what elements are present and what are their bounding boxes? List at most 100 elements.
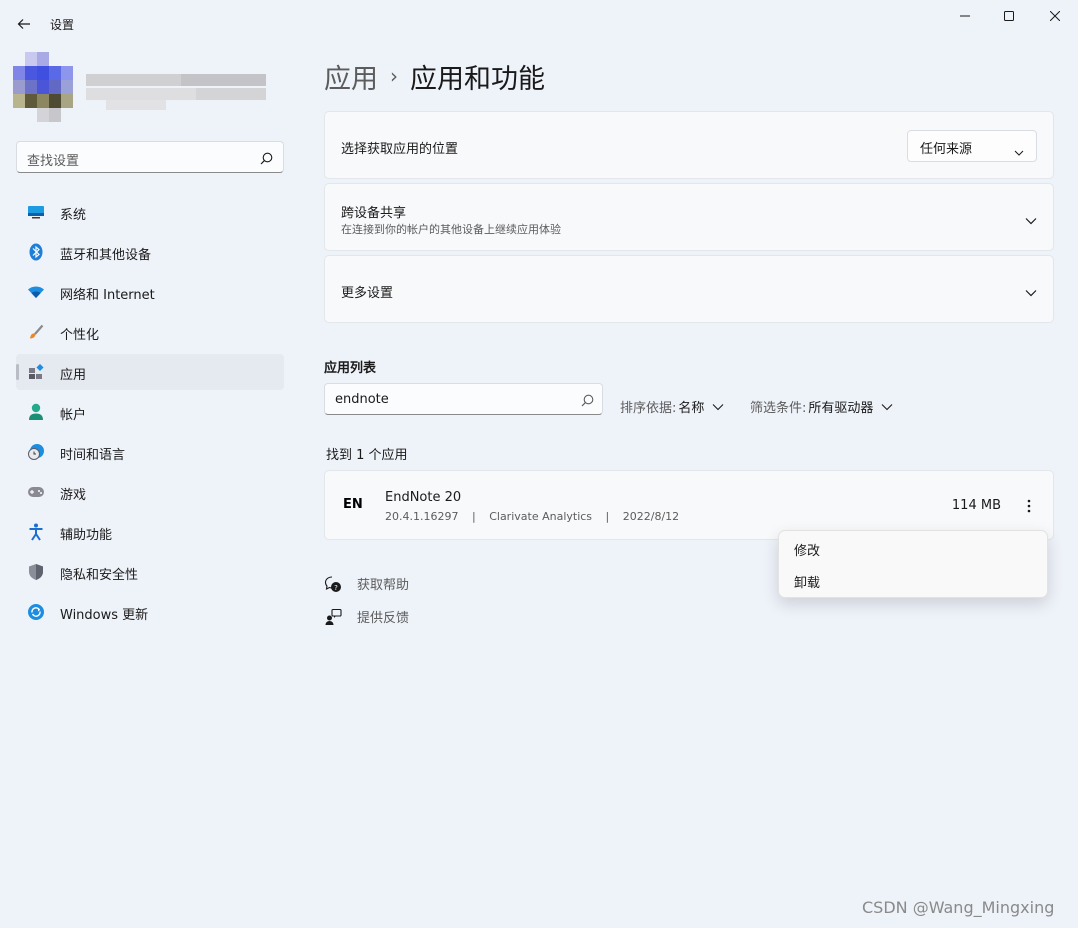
cross-device-card[interactable]: 跨设备共享 在连接到你的帐户的其他设备上继续应用体验 <box>324 183 1054 251</box>
dropdown-value: 任何来源 <box>920 142 973 157</box>
more-vertical-icon <box>1027 499 1031 513</box>
apps-icon <box>27 363 45 381</box>
sidebar-item-label: 隐私和安全性 <box>60 568 139 583</box>
clock-globe-icon <box>27 443 45 461</box>
search-icon <box>260 150 273 169</box>
minimize-icon <box>960 15 970 17</box>
feedback-icon <box>325 608 342 625</box>
app-title: 设置 <box>50 18 75 32</box>
sidebar-item-label: 游戏 <box>60 488 87 503</box>
watermark: CSDN @Wang_Mingxing <box>862 898 1055 917</box>
sidebar-item-bluetooth[interactable]: 蓝牙和其他设备 <box>16 234 284 270</box>
app-publisher: Clarivate Analytics <box>489 510 593 523</box>
sort-dropdown[interactable]: 排序依据: 名称 <box>620 397 724 416</box>
get-help-label: 获取帮助 <box>357 578 410 593</box>
back-button[interactable] <box>10 10 38 38</box>
breadcrumb: 应用 › 应用和功能 <box>324 56 545 96</box>
sidebar-item-time-language[interactable]: 时间和语言 <box>16 434 284 470</box>
search-icon <box>581 392 594 411</box>
endnote-logo-icon: EN <box>343 497 363 512</box>
app-list-heading: 应用列表 <box>324 361 377 376</box>
app-search-input[interactable]: endnote <box>324 383 603 415</box>
page-title: 应用和功能 <box>410 63 545 95</box>
app-install-date: 2022/8/12 <box>622 510 680 523</box>
breadcrumb-parent-link[interactable]: 应用 <box>324 57 378 96</box>
install-source-card: 选择获取应用的位置 任何来源 <box>324 111 1054 179</box>
cross-device-title: 跨设备共享 <box>341 206 407 221</box>
minimize-button[interactable] <box>942 0 988 32</box>
sidebar-item-label: 应用 <box>60 368 87 383</box>
more-settings-card[interactable]: 更多设置 <box>324 255 1054 323</box>
settings-search-input[interactable]: 查找设置 <box>16 141 284 173</box>
sidebar-item-accessibility[interactable]: 辅助功能 <box>16 514 284 550</box>
chevron-down-icon <box>713 403 724 410</box>
context-menu: 修改 卸载 <box>778 530 1048 598</box>
bluetooth-icon <box>27 243 45 261</box>
title-bar: 设置 <box>0 0 1078 48</box>
close-button[interactable] <box>1032 0 1078 32</box>
install-source-dropdown[interactable]: 任何来源 <box>907 130 1037 162</box>
chevron-down-icon <box>882 403 893 410</box>
sidebar-item-network[interactable]: 网络和 Internet <box>16 274 284 310</box>
sidebar-item-label: 辅助功能 <box>60 528 113 543</box>
sidebar-item-gaming[interactable]: 游戏 <box>16 474 284 510</box>
filter-label: 筛选条件: <box>750 401 807 416</box>
breadcrumb-separator: › <box>390 64 398 88</box>
wifi-icon <box>27 283 45 301</box>
sidebar-item-label: 蓝牙和其他设备 <box>60 248 152 263</box>
sidebar-item-label: 网络和 Internet <box>60 288 155 303</box>
filter-value: 所有驱动器 <box>808 401 874 416</box>
svg-text:?: ? <box>334 584 338 592</box>
give-feedback-link[interactable]: 提供反馈 <box>324 607 409 626</box>
close-icon <box>1050 11 1060 21</box>
shield-icon <box>27 563 45 581</box>
accessibility-icon <box>27 523 45 541</box>
filter-dropdown[interactable]: 筛选条件: 所有驱动器 <box>750 397 893 416</box>
chevron-down-icon <box>1025 282 1037 301</box>
sort-value: 名称 <box>678 401 705 416</box>
sidebar-item-label: 个性化 <box>60 328 100 343</box>
give-feedback-label: 提供反馈 <box>357 611 410 626</box>
app-version: 20.4.1.16297 <box>385 510 459 523</box>
gamepad-icon <box>27 483 45 501</box>
app-meta: 20.4.1.16297 | Clarivate Analytics | 202… <box>385 510 689 523</box>
menu-item-modify[interactable]: 修改 <box>794 540 820 559</box>
system-icon <box>27 203 45 221</box>
avatar[interactable] <box>13 52 73 122</box>
sidebar-item-system[interactable]: 系统 <box>16 194 284 230</box>
sidebar-item-privacy[interactable]: 隐私和安全性 <box>16 554 284 590</box>
more-options-button[interactable] <box>1019 495 1039 517</box>
sidebar-item-personalization[interactable]: 个性化 <box>16 314 284 350</box>
back-arrow-icon <box>17 19 30 29</box>
app-size: 114 MB <box>951 498 1001 513</box>
sidebar-nav: 系统 蓝牙和其他设备 网络和 Internet 个性化 应用 帐户 时间和语言 … <box>16 194 284 634</box>
sidebar-item-apps[interactable]: 应用 <box>16 354 284 390</box>
maximize-button[interactable] <box>986 0 1032 32</box>
meta-separator: | <box>605 510 610 523</box>
update-icon <box>27 603 45 621</box>
brush-icon <box>27 323 45 341</box>
sidebar-item-label: Windows 更新 <box>60 608 149 623</box>
cross-device-subtitle: 在连接到你的帐户的其他设备上继续应用体验 <box>341 223 561 236</box>
sidebar-item-label: 帐户 <box>60 408 87 423</box>
sidebar-item-label: 系统 <box>60 208 87 223</box>
more-settings-title: 更多设置 <box>341 286 394 301</box>
chevron-down-icon <box>1025 210 1037 229</box>
install-source-title: 选择获取应用的位置 <box>341 142 459 157</box>
help-icon: ? <box>324 575 341 592</box>
account-icon <box>27 403 45 421</box>
chevron-down-icon <box>1014 141 1024 160</box>
sidebar-item-accounts[interactable]: 帐户 <box>16 394 284 430</box>
sidebar-item-windows-update[interactable]: Windows 更新 <box>16 594 284 630</box>
sidebar-item-label: 时间和语言 <box>60 448 126 463</box>
maximize-icon <box>1004 11 1014 21</box>
meta-separator: | <box>471 510 476 523</box>
username-blurred <box>86 74 266 112</box>
get-help-link[interactable]: ? 获取帮助 <box>324 574 409 593</box>
menu-item-uninstall[interactable]: 卸载 <box>794 572 820 591</box>
sort-label: 排序依据: <box>620 401 677 416</box>
app-search-value: endnote <box>335 392 389 407</box>
result-count: 找到 1 个应用 <box>326 448 408 463</box>
search-placeholder: 查找设置 <box>27 154 80 169</box>
app-name: EndNote 20 <box>385 490 462 505</box>
